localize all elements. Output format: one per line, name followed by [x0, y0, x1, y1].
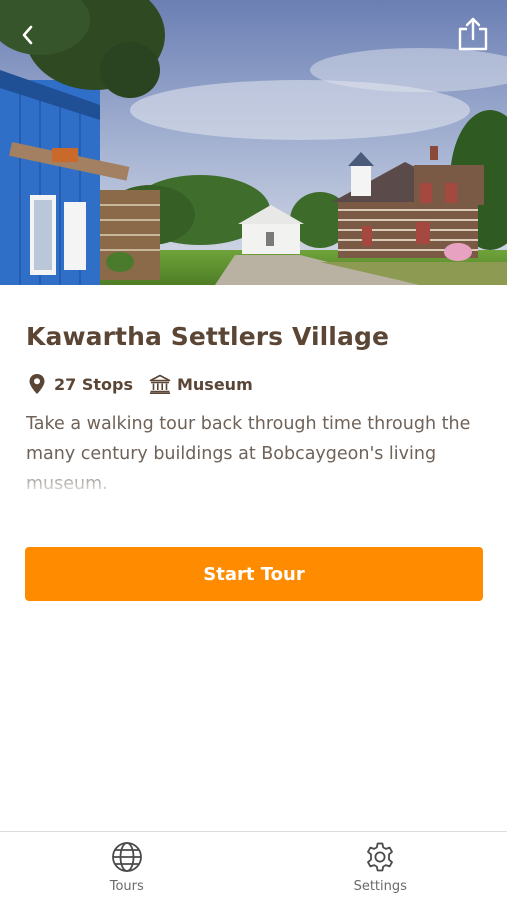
category-label: Museum	[176, 374, 253, 394]
museum-icon	[149, 373, 171, 395]
category-info: Museum	[149, 373, 253, 395]
gear-icon	[363, 840, 397, 874]
description-text: Take a walking tour back through time th…	[26, 414, 471, 494]
back-button[interactable]	[10, 18, 44, 52]
stops-info: 27 Stops	[26, 373, 133, 395]
tour-meta: 27 Stops Museum	[26, 371, 483, 397]
share-icon	[456, 16, 490, 52]
tab-tours-label: Tours	[109, 879, 144, 894]
start-tour-button[interactable]: Start Tour	[25, 547, 483, 601]
tour-description: Take a walking tour back through time th…	[26, 409, 483, 497]
stops-count: 27 Stops	[54, 374, 133, 394]
globe-icon	[110, 840, 144, 874]
tab-settings-label: Settings	[353, 879, 407, 894]
bottom-tab-bar: Tours Settings	[0, 831, 507, 900]
start-tour-label: Start Tour	[203, 563, 305, 585]
tab-tours[interactable]: Tours	[0, 832, 254, 900]
chevron-left-icon	[20, 24, 34, 46]
share-button[interactable]	[453, 14, 493, 54]
tab-settings[interactable]: Settings	[254, 832, 507, 900]
tour-details: Kawartha Settlers Village 27 Stops Museu…	[26, 322, 483, 497]
map-pin-icon	[26, 373, 48, 395]
hero-image	[0, 0, 507, 285]
tour-title: Kawartha Settlers Village	[26, 322, 389, 351]
